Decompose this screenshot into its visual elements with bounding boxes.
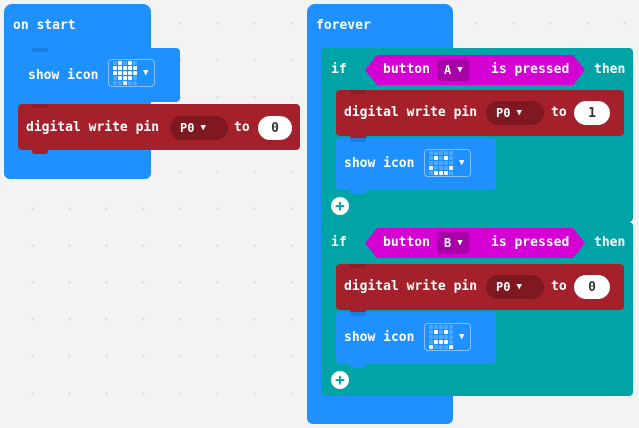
digital-write-pin-label: digital write pin (344, 279, 478, 294)
pin-value-input[interactable]: 0 (574, 275, 610, 299)
on-start-label: on start (13, 18, 76, 33)
digital-write-pin-label: digital write pin (26, 120, 160, 135)
pin-value-input[interactable]: 1 (574, 101, 610, 125)
pin-value: P0 (180, 121, 195, 135)
chevron-down-icon: ▼ (457, 65, 463, 75)
heart-icon (113, 61, 137, 85)
then-label: then (594, 235, 626, 250)
pin-dropdown[interactable]: P0 ▼ (486, 275, 544, 299)
then-label: then (594, 62, 626, 77)
chevron-down-icon: ▼ (143, 68, 149, 78)
chevron-down-icon: ▼ (457, 238, 463, 248)
show-icon-block[interactable]: show icon ▼ (336, 138, 496, 194)
is-pressed-label: is pressed (491, 235, 570, 250)
button-value: A (444, 63, 452, 77)
if-block-a-footer: + (321, 190, 633, 222)
forever-label: forever (316, 18, 371, 33)
show-icon-block[interactable]: show icon ▼ (336, 312, 496, 368)
add-else-icon[interactable]: + (331, 197, 349, 215)
digital-write-pin-label: digital write pin (344, 105, 478, 120)
digital-write-pin-block[interactable]: digital write pin P0 ▼ to 1 (336, 90, 624, 140)
show-icon-label: show icon (28, 68, 99, 83)
chevron-down-icon: ▼ (516, 282, 522, 292)
to-label: to (234, 120, 250, 135)
button-dropdown-b[interactable]: B ▼ (437, 232, 470, 254)
if-block-b-footer: + (321, 364, 633, 396)
digital-write-pin-block[interactable]: digital write pin P0 ▼ to 0 (336, 264, 624, 314)
button-label: button (383, 235, 430, 250)
chevron-down-icon: ▼ (200, 123, 206, 133)
sad-face-icon (429, 325, 453, 349)
digital-write-pin-block[interactable]: digital write pin P0 ▼ to 0 (18, 104, 300, 154)
pin-value-input[interactable]: 0 (258, 116, 292, 140)
if-label: if (331, 62, 347, 77)
chevron-down-icon: ▼ (516, 108, 522, 118)
button-value: B (444, 236, 452, 250)
icon-picker-dropdown[interactable]: ▼ (424, 149, 472, 177)
if-label: if (331, 235, 347, 250)
show-icon-block[interactable]: show icon ▼ (18, 48, 180, 106)
chevron-down-icon: ▼ (459, 158, 465, 168)
icon-picker-dropdown[interactable]: ▼ (108, 59, 156, 87)
pin-dropdown[interactable]: P0 ▼ (170, 116, 228, 140)
button-dropdown-a[interactable]: A ▼ (437, 59, 470, 81)
icon-picker-dropdown[interactable]: ▼ (424, 323, 472, 351)
to-label: to (551, 105, 567, 120)
is-pressed-label: is pressed (491, 62, 570, 77)
pin-value: P0 (496, 106, 511, 120)
happy-face-icon (429, 151, 453, 175)
chevron-down-icon: ▼ (459, 332, 465, 342)
button-label: button (383, 62, 430, 77)
add-else-icon[interactable]: + (331, 371, 349, 389)
button-a-pressed-condition[interactable]: button A ▼ is pressed (365, 55, 585, 85)
show-icon-label: show icon (344, 156, 415, 171)
button-b-pressed-condition[interactable]: button B ▼ is pressed (365, 228, 585, 258)
show-icon-label: show icon (344, 330, 415, 345)
to-label: to (551, 279, 567, 294)
pin-value: P0 (496, 280, 511, 294)
pin-dropdown[interactable]: P0 ▼ (486, 101, 544, 125)
